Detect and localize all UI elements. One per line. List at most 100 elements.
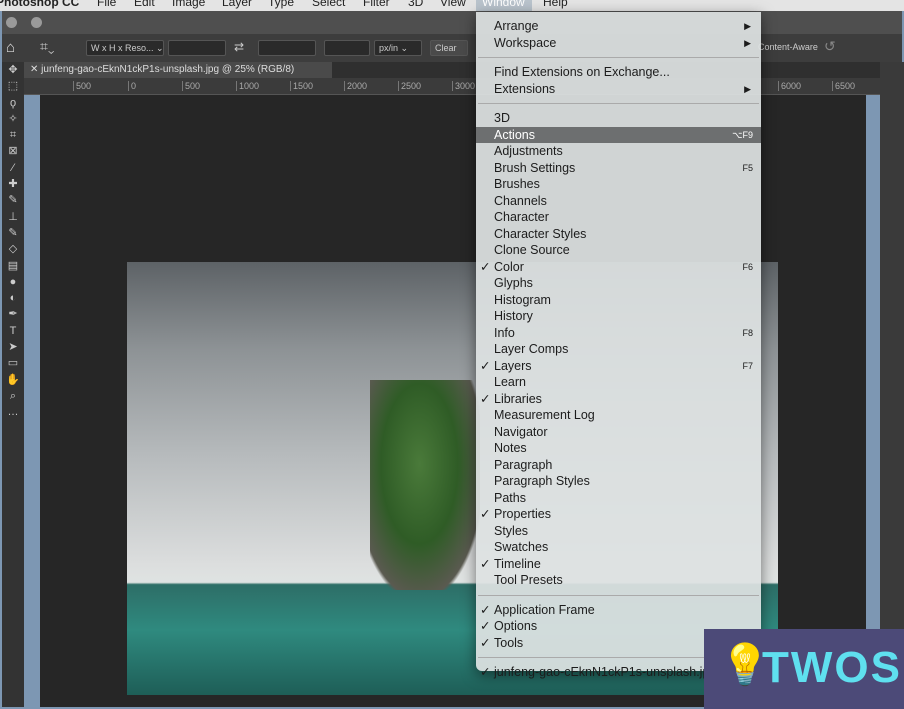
menu-item-info[interactable]: Info F8 bbox=[476, 325, 761, 342]
menu-item-label: Brushes bbox=[494, 177, 540, 191]
magic-wand-icon[interactable]: ✧ bbox=[2, 111, 24, 127]
menu-item-notes[interactable]: Notes bbox=[476, 440, 761, 457]
menu-item-character[interactable]: Character bbox=[476, 209, 761, 226]
lasso-tool-icon[interactable]: ϙ bbox=[2, 95, 24, 111]
menu-item-channels[interactable]: Channels bbox=[476, 193, 761, 210]
gradient-icon[interactable]: ▤ bbox=[2, 258, 24, 274]
menu-item-extensions[interactable]: Extensions ▶ bbox=[476, 81, 761, 98]
hand-icon[interactable]: ✋ bbox=[2, 372, 24, 388]
menu-item-label: Tools bbox=[494, 635, 524, 650]
menu-item-paragraph[interactable]: Paragraph bbox=[476, 457, 761, 474]
menu-item-histogram[interactable]: Histogram bbox=[476, 292, 761, 309]
ruler-tick: 2500 bbox=[398, 81, 421, 91]
checkmark-icon: ✓ bbox=[480, 391, 491, 406]
menu-help[interactable]: Help bbox=[543, 0, 568, 9]
menu-file[interactable]: File bbox=[97, 0, 116, 9]
shortcut-label: F5 bbox=[742, 162, 753, 173]
marquee-tool-icon[interactable]: ⬚ bbox=[2, 78, 24, 94]
menu-item-timeline[interactable]: ✓ Timeline bbox=[476, 556, 761, 573]
ruler-tick: 1500 bbox=[290, 81, 313, 91]
healing-icon[interactable]: ✚ bbox=[2, 176, 24, 192]
move-tool-icon[interactable]: ✥ bbox=[2, 62, 24, 78]
menu-image[interactable]: Image bbox=[172, 0, 205, 9]
zoom-icon[interactable]: ⌕ bbox=[2, 388, 24, 404]
close-window-button[interactable] bbox=[6, 17, 17, 28]
menu-item-brush-settings[interactable]: Brush Settings F5 bbox=[476, 160, 761, 177]
crop-tool-icon[interactable]: ⌗⌄ bbox=[40, 38, 55, 55]
menu-item-history[interactable]: History bbox=[476, 308, 761, 325]
frame-icon[interactable]: ⊠ bbox=[2, 143, 24, 159]
menu-item-brushes[interactable]: Brushes bbox=[476, 176, 761, 193]
history-brush-icon[interactable]: ✎ bbox=[2, 225, 24, 241]
menu-type[interactable]: Type bbox=[268, 0, 294, 9]
ratio-dropdown[interactable]: W x H x Reso... ⌄ bbox=[86, 40, 164, 56]
dodge-icon[interactable]: ◐ bbox=[2, 290, 24, 306]
menu-select[interactable]: Select bbox=[312, 0, 345, 9]
menu-item-glyphs[interactable]: Glyphs bbox=[476, 275, 761, 292]
menu-edit[interactable]: Edit bbox=[134, 0, 155, 9]
tools-panel: ✥ ⬚ ϙ ✧ ⌗ ⊠ ⁄ ✚ ✎ ⊥ ✎ ◇ ▤ ● ◐ ✒ T ➤ ▭ ✋ ⌕… bbox=[2, 62, 24, 707]
menu-item-styles[interactable]: Styles bbox=[476, 523, 761, 540]
menu-item-layers[interactable]: ✓ Layers F7 bbox=[476, 358, 761, 375]
document-tab[interactable]: ✕ junfeng-gao-cEknN1ckP1s-unsplash.jpg @… bbox=[24, 62, 332, 78]
menu-item-arrange[interactable]: Arrange ▶ bbox=[476, 18, 761, 35]
menu-item-label: 3D bbox=[494, 111, 510, 125]
menu-3d[interactable]: 3D bbox=[408, 0, 423, 9]
menu-item-measurement-log[interactable]: Measurement Log bbox=[476, 407, 761, 424]
shape-icon[interactable]: ▭ bbox=[2, 355, 24, 371]
menu-view[interactable]: View bbox=[440, 0, 466, 9]
menu-item-adjustments[interactable]: Adjustments bbox=[476, 143, 761, 160]
menu-layer[interactable]: Layer bbox=[222, 0, 252, 9]
menu-item-label: History bbox=[494, 309, 533, 323]
menu-item-label: Histogram bbox=[494, 292, 551, 307]
height-input[interactable] bbox=[258, 40, 316, 56]
eraser-icon[interactable]: ◇ bbox=[2, 241, 24, 257]
close-tab-icon[interactable]: ✕ bbox=[30, 64, 41, 75]
menu-item-color[interactable]: ✓ Color F6 bbox=[476, 259, 761, 276]
menu-item-label: Channels bbox=[494, 193, 547, 208]
menu-item-label: Extensions bbox=[494, 81, 556, 96]
menu-filter[interactable]: Filter bbox=[363, 0, 390, 9]
blur-icon[interactable]: ● bbox=[2, 274, 24, 290]
minimize-window-button[interactable] bbox=[31, 17, 42, 28]
type-icon[interactable]: T bbox=[2, 323, 24, 339]
reset-icon[interactable]: ↺ bbox=[824, 38, 836, 55]
content-aware-checkbox[interactable]: Content-Aware bbox=[758, 42, 818, 52]
width-input[interactable] bbox=[168, 40, 226, 56]
eyedropper-icon[interactable]: ⁄ bbox=[2, 160, 24, 176]
menu-window[interactable]: Window bbox=[476, 0, 532, 11]
menu-item-find-extensions-on-exchange[interactable]: Find Extensions on Exchange... bbox=[476, 64, 761, 81]
app-name: Photoshop CC bbox=[0, 0, 80, 9]
path-select-icon[interactable]: ➤ bbox=[2, 339, 24, 355]
menu-item-layer-comps[interactable]: Layer Comps bbox=[476, 341, 761, 358]
clear-button[interactable]: Clear bbox=[430, 40, 468, 56]
menu-item-label: Measurement Log bbox=[494, 408, 595, 422]
stamp-icon[interactable]: ⊥ bbox=[2, 209, 24, 225]
menu-item-3d[interactable]: 3D bbox=[476, 110, 761, 127]
menu-item-application-frame[interactable]: ✓ Application Frame bbox=[476, 602, 761, 619]
menu-item-paragraph-styles[interactable]: Paragraph Styles bbox=[476, 473, 761, 490]
menu-item-workspace[interactable]: Workspace ▶ bbox=[476, 35, 761, 52]
ruler-tick: 500 bbox=[73, 81, 91, 91]
pen-icon[interactable]: ✒ bbox=[2, 306, 24, 322]
menu-item-libraries[interactable]: ✓ Libraries bbox=[476, 391, 761, 408]
menu-item-tool-presets[interactable]: Tool Presets bbox=[476, 572, 761, 589]
menu-item-learn[interactable]: Learn bbox=[476, 374, 761, 391]
menu-item-navigator[interactable]: Navigator bbox=[476, 424, 761, 441]
swap-icon[interactable]: ⇄ bbox=[234, 40, 244, 54]
crop-icon[interactable]: ⌗ bbox=[2, 127, 24, 143]
menu-item-properties[interactable]: ✓ Properties bbox=[476, 506, 761, 523]
submenu-arrow-icon: ▶ bbox=[744, 21, 751, 31]
more-icon[interactable]: … bbox=[2, 404, 24, 420]
menu-item-paths[interactable]: Paths bbox=[476, 490, 761, 507]
brush-icon[interactable]: ✎ bbox=[2, 192, 24, 208]
resolution-input[interactable] bbox=[324, 40, 370, 56]
shortcut-label: F6 bbox=[742, 261, 753, 272]
units-dropdown[interactable]: px/in ⌄ bbox=[374, 40, 422, 56]
menu-item-swatches[interactable]: Swatches bbox=[476, 539, 761, 556]
menu-item-clone-source[interactable]: Clone Source bbox=[476, 242, 761, 259]
menu-separator bbox=[478, 57, 759, 58]
home-icon[interactable]: ⌂ bbox=[6, 39, 15, 56]
menu-item-actions[interactable]: Actions ⌥F9 bbox=[476, 126, 761, 143]
menu-item-character-styles[interactable]: Character Styles bbox=[476, 226, 761, 243]
